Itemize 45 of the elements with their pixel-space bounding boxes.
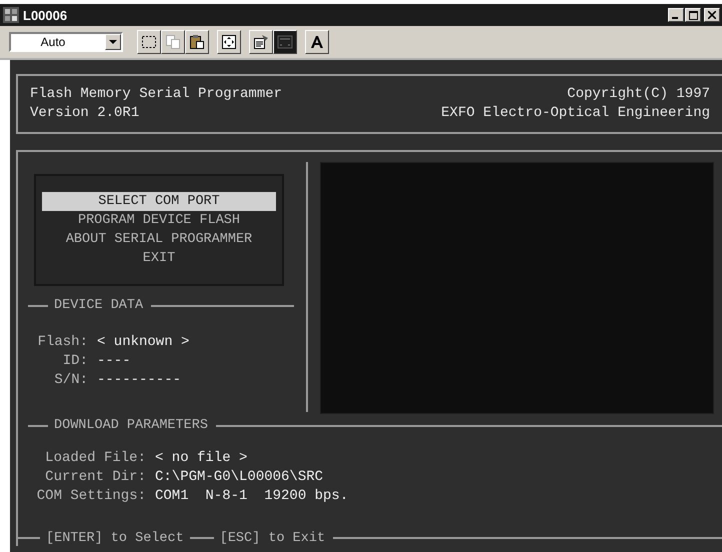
key-hint: [ENTER] to Select: [46, 530, 184, 546]
program-info-text: Version 2.0R1: [30, 104, 140, 123]
menu-item[interactable]: ABOUT SERIAL PROGRAMMER: [42, 230, 276, 249]
field-label: ID:: [62, 352, 88, 371]
full-screen-button[interactable]: [217, 30, 241, 54]
field-label: Flash:: [36, 333, 88, 352]
font-button[interactable]: [305, 30, 329, 54]
menu-item[interactable]: EXIT: [42, 249, 276, 268]
minimize-button[interactable]: [668, 8, 684, 22]
maximize-icon: [688, 10, 698, 20]
field-value: COM1 N-8-1 19200 bps.: [155, 487, 348, 506]
field-label: S/N:: [53, 371, 88, 390]
menu-item[interactable]: PROGRAM DEVICE FLASH: [42, 211, 276, 230]
close-button[interactable]: [704, 8, 720, 22]
copy-icon: [165, 34, 181, 50]
copyright-text: EXFO Electro-Optical Engineering: [441, 104, 710, 123]
close-icon: [708, 11, 716, 19]
window-title: L00006: [23, 8, 68, 22]
field-value: < no file >: [155, 449, 248, 468]
properties-button[interactable]: [249, 30, 273, 54]
letter-a-icon: [309, 34, 325, 50]
clipboard-icon: [189, 34, 205, 50]
menu-item[interactable]: SELECT COM PORT: [42, 192, 276, 211]
section-title: DEVICE DATA: [54, 298, 144, 313]
dark-window-icon: [277, 34, 293, 50]
maximize-button[interactable]: [685, 8, 701, 22]
mark-button[interactable]: [137, 30, 161, 54]
dropdown-arrow-icon: [109, 40, 117, 44]
font-size-dropdown[interactable]: Auto: [9, 32, 123, 52]
dashed-rectangle-icon: [141, 34, 157, 50]
field-value: < unknown >: [97, 333, 190, 352]
copy-button[interactable]: [161, 30, 185, 54]
key-hint: [ESC] to Exit: [220, 530, 326, 546]
properties-icon: [253, 34, 269, 50]
program-info-text: Flash Memory Serial Programmer: [30, 85, 282, 104]
field-label: Current Dir:: [44, 468, 146, 487]
field-value: ----------: [97, 371, 182, 390]
field-label: Loaded File:: [44, 449, 146, 468]
field-value: ----: [97, 352, 131, 371]
section-title: DOWNLOAD PARAMETERS: [54, 418, 208, 433]
field-label: COM Settings:: [36, 487, 146, 506]
paste-button[interactable]: [185, 30, 209, 54]
copyright-text: Copyright(C) 1997: [567, 85, 710, 104]
field-value: C:\PGM-G0\L00006\SRC: [155, 468, 324, 487]
four-arrows-icon: [221, 34, 237, 50]
